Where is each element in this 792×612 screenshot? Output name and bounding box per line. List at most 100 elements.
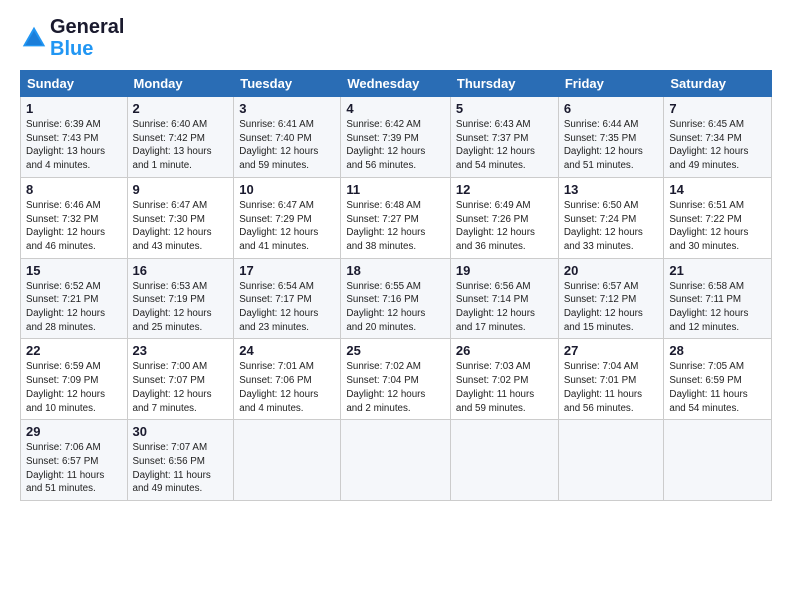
- calendar-table: SundayMondayTuesdayWednesdayThursdayFrid…: [20, 70, 772, 501]
- calendar-cell: 17 Sunrise: 6:54 AM Sunset: 7:17 PM Dayli…: [234, 258, 341, 339]
- weekday-header-friday: Friday: [558, 71, 664, 97]
- day-info: Sunrise: 7:04 AM Sunset: 7:01 PM Dayligh…: [564, 360, 659, 415]
- calendar-cell: 18 Sunrise: 6:55 AM Sunset: 7:16 PM Dayli…: [341, 258, 451, 339]
- day-number: 25: [346, 343, 445, 358]
- day-number: 16: [133, 263, 229, 278]
- calendar-cell: [341, 420, 451, 501]
- day-number: 27: [564, 343, 659, 358]
- day-number: 8: [26, 182, 122, 197]
- day-info: Sunrise: 7:02 AM Sunset: 7:04 PM Dayligh…: [346, 360, 445, 415]
- day-info: Sunrise: 6:47 AM Sunset: 7:29 PM Dayligh…: [239, 199, 335, 254]
- day-number: 28: [669, 343, 766, 358]
- logo: General Blue: [20, 16, 124, 60]
- weekday-header-saturday: Saturday: [664, 71, 772, 97]
- header: General Blue: [20, 16, 772, 60]
- logo-text-line1: General: [50, 16, 124, 38]
- week-row-5: 29 Sunrise: 7:06 AM Sunset: 6:57 PM Dayli…: [21, 420, 772, 501]
- weekday-header-wednesday: Wednesday: [341, 71, 451, 97]
- day-info: Sunrise: 6:48 AM Sunset: 7:27 PM Dayligh…: [346, 199, 445, 254]
- calendar-cell: 3 Sunrise: 6:41 AM Sunset: 7:40 PM Daylig…: [234, 97, 341, 178]
- calendar-cell: 14 Sunrise: 6:51 AM Sunset: 7:22 PM Dayli…: [664, 177, 772, 258]
- calendar-header: SundayMondayTuesdayWednesdayThursdayFrid…: [21, 71, 772, 97]
- weekday-header-tuesday: Tuesday: [234, 71, 341, 97]
- calendar-cell: 28 Sunrise: 7:05 AM Sunset: 6:59 PM Dayli…: [664, 339, 772, 420]
- day-info: Sunrise: 6:44 AM Sunset: 7:35 PM Dayligh…: [564, 118, 659, 173]
- day-number: 24: [239, 343, 335, 358]
- calendar-cell: 30 Sunrise: 7:07 AM Sunset: 6:56 PM Dayli…: [127, 420, 234, 501]
- calendar-cell: [234, 420, 341, 501]
- day-info: Sunrise: 6:41 AM Sunset: 7:40 PM Dayligh…: [239, 118, 335, 173]
- calendar-cell: 4 Sunrise: 6:42 AM Sunset: 7:39 PM Daylig…: [341, 97, 451, 178]
- calendar-cell: [450, 420, 558, 501]
- day-info: Sunrise: 7:06 AM Sunset: 6:57 PM Dayligh…: [26, 441, 122, 496]
- calendar-cell: 1 Sunrise: 6:39 AM Sunset: 7:43 PM Daylig…: [21, 97, 128, 178]
- day-number: 3: [239, 101, 335, 116]
- day-info: Sunrise: 6:49 AM Sunset: 7:26 PM Dayligh…: [456, 199, 553, 254]
- day-number: 21: [669, 263, 766, 278]
- day-info: Sunrise: 7:07 AM Sunset: 6:56 PM Dayligh…: [133, 441, 229, 496]
- day-info: Sunrise: 6:58 AM Sunset: 7:11 PM Dayligh…: [669, 280, 766, 335]
- day-info: Sunrise: 6:47 AM Sunset: 7:30 PM Dayligh…: [133, 199, 229, 254]
- calendar-cell: 24Sunrise: 7:01 AM Sunset: 7:06 PM Dayli…: [234, 339, 341, 420]
- day-number: 19: [456, 263, 553, 278]
- day-info: Sunrise: 6:57 AM Sunset: 7:12 PM Dayligh…: [564, 280, 659, 335]
- day-number: 13: [564, 182, 659, 197]
- day-number: 6: [564, 101, 659, 116]
- calendar-cell: 10 Sunrise: 6:47 AM Sunset: 7:29 PM Dayli…: [234, 177, 341, 258]
- calendar-cell: 25 Sunrise: 7:02 AM Sunset: 7:04 PM Dayli…: [341, 339, 451, 420]
- weekday-header-thursday: Thursday: [450, 71, 558, 97]
- day-info: Sunrise: 6:53 AM Sunset: 7:19 PM Dayligh…: [133, 280, 229, 335]
- calendar-cell: [558, 420, 664, 501]
- day-number: 7: [669, 101, 766, 116]
- calendar-cell: 7 Sunrise: 6:45 AM Sunset: 7:34 PM Daylig…: [664, 97, 772, 178]
- day-info: Sunrise: 6:40 AM Sunset: 7:42 PM Dayligh…: [133, 118, 229, 173]
- week-row-4: 22Sunrise: 6:59 AM Sunset: 7:09 PM Dayli…: [21, 339, 772, 420]
- day-info: Sunrise: 6:55 AM Sunset: 7:16 PM Dayligh…: [346, 280, 445, 335]
- calendar-cell: 29 Sunrise: 7:06 AM Sunset: 6:57 PM Dayli…: [21, 420, 128, 501]
- day-number: 5: [456, 101, 553, 116]
- weekday-header-sunday: Sunday: [21, 71, 128, 97]
- day-info: Sunrise: 6:39 AM Sunset: 7:43 PM Dayligh…: [26, 118, 122, 173]
- logo-text-line2: Blue: [50, 38, 124, 60]
- calendar-cell: 2Sunrise: 6:40 AM Sunset: 7:42 PM Daylig…: [127, 97, 234, 178]
- calendar-cell: 22Sunrise: 6:59 AM Sunset: 7:09 PM Dayli…: [21, 339, 128, 420]
- calendar-cell: 16 Sunrise: 6:53 AM Sunset: 7:19 PM Dayli…: [127, 258, 234, 339]
- calendar-cell: 8Sunrise: 6:46 AM Sunset: 7:32 PM Daylig…: [21, 177, 128, 258]
- day-number: 4: [346, 101, 445, 116]
- day-number: 11: [346, 182, 445, 197]
- weekday-header-monday: Monday: [127, 71, 234, 97]
- calendar-cell: 20Sunrise: 6:57 AM Sunset: 7:12 PM Dayli…: [558, 258, 664, 339]
- calendar-cell: 5Sunrise: 6:43 AM Sunset: 7:37 PM Daylig…: [450, 97, 558, 178]
- day-number: 10: [239, 182, 335, 197]
- day-number: 15: [26, 263, 122, 278]
- day-info: Sunrise: 7:05 AM Sunset: 6:59 PM Dayligh…: [669, 360, 766, 415]
- day-number: 23: [133, 343, 229, 358]
- day-info: Sunrise: 6:52 AM Sunset: 7:21 PM Dayligh…: [26, 280, 122, 335]
- calendar-cell: 19 Sunrise: 6:56 AM Sunset: 7:14 PM Dayli…: [450, 258, 558, 339]
- week-row-2: 8Sunrise: 6:46 AM Sunset: 7:32 PM Daylig…: [21, 177, 772, 258]
- day-number: 9: [133, 182, 229, 197]
- day-info: Sunrise: 6:54 AM Sunset: 7:17 PM Dayligh…: [239, 280, 335, 335]
- day-number: 18: [346, 263, 445, 278]
- calendar-cell: 9 Sunrise: 6:47 AM Sunset: 7:30 PM Daylig…: [127, 177, 234, 258]
- calendar-cell: 12 Sunrise: 6:49 AM Sunset: 7:26 PM Dayli…: [450, 177, 558, 258]
- day-info: Sunrise: 6:51 AM Sunset: 7:22 PM Dayligh…: [669, 199, 766, 254]
- calendar-cell: 6 Sunrise: 6:44 AM Sunset: 7:35 PM Daylig…: [558, 97, 664, 178]
- day-info: Sunrise: 6:50 AM Sunset: 7:24 PM Dayligh…: [564, 199, 659, 254]
- calendar-cell: [664, 420, 772, 501]
- day-info: Sunrise: 6:45 AM Sunset: 7:34 PM Dayligh…: [669, 118, 766, 173]
- day-info: Sunrise: 6:59 AM Sunset: 7:09 PM Dayligh…: [26, 360, 122, 415]
- day-number: 1: [26, 101, 122, 116]
- calendar-body: 1 Sunrise: 6:39 AM Sunset: 7:43 PM Daylig…: [21, 97, 772, 501]
- calendar-cell: 21 Sunrise: 6:58 AM Sunset: 7:11 PM Dayli…: [664, 258, 772, 339]
- day-info: Sunrise: 6:42 AM Sunset: 7:39 PM Dayligh…: [346, 118, 445, 173]
- day-info: Sunrise: 6:56 AM Sunset: 7:14 PM Dayligh…: [456, 280, 553, 335]
- week-row-1: 1 Sunrise: 6:39 AM Sunset: 7:43 PM Daylig…: [21, 97, 772, 178]
- day-number: 17: [239, 263, 335, 278]
- day-number: 12: [456, 182, 553, 197]
- day-number: 14: [669, 182, 766, 197]
- logo-icon: [20, 24, 48, 52]
- day-number: 26: [456, 343, 553, 358]
- day-number: 30: [133, 424, 229, 439]
- day-number: 29: [26, 424, 122, 439]
